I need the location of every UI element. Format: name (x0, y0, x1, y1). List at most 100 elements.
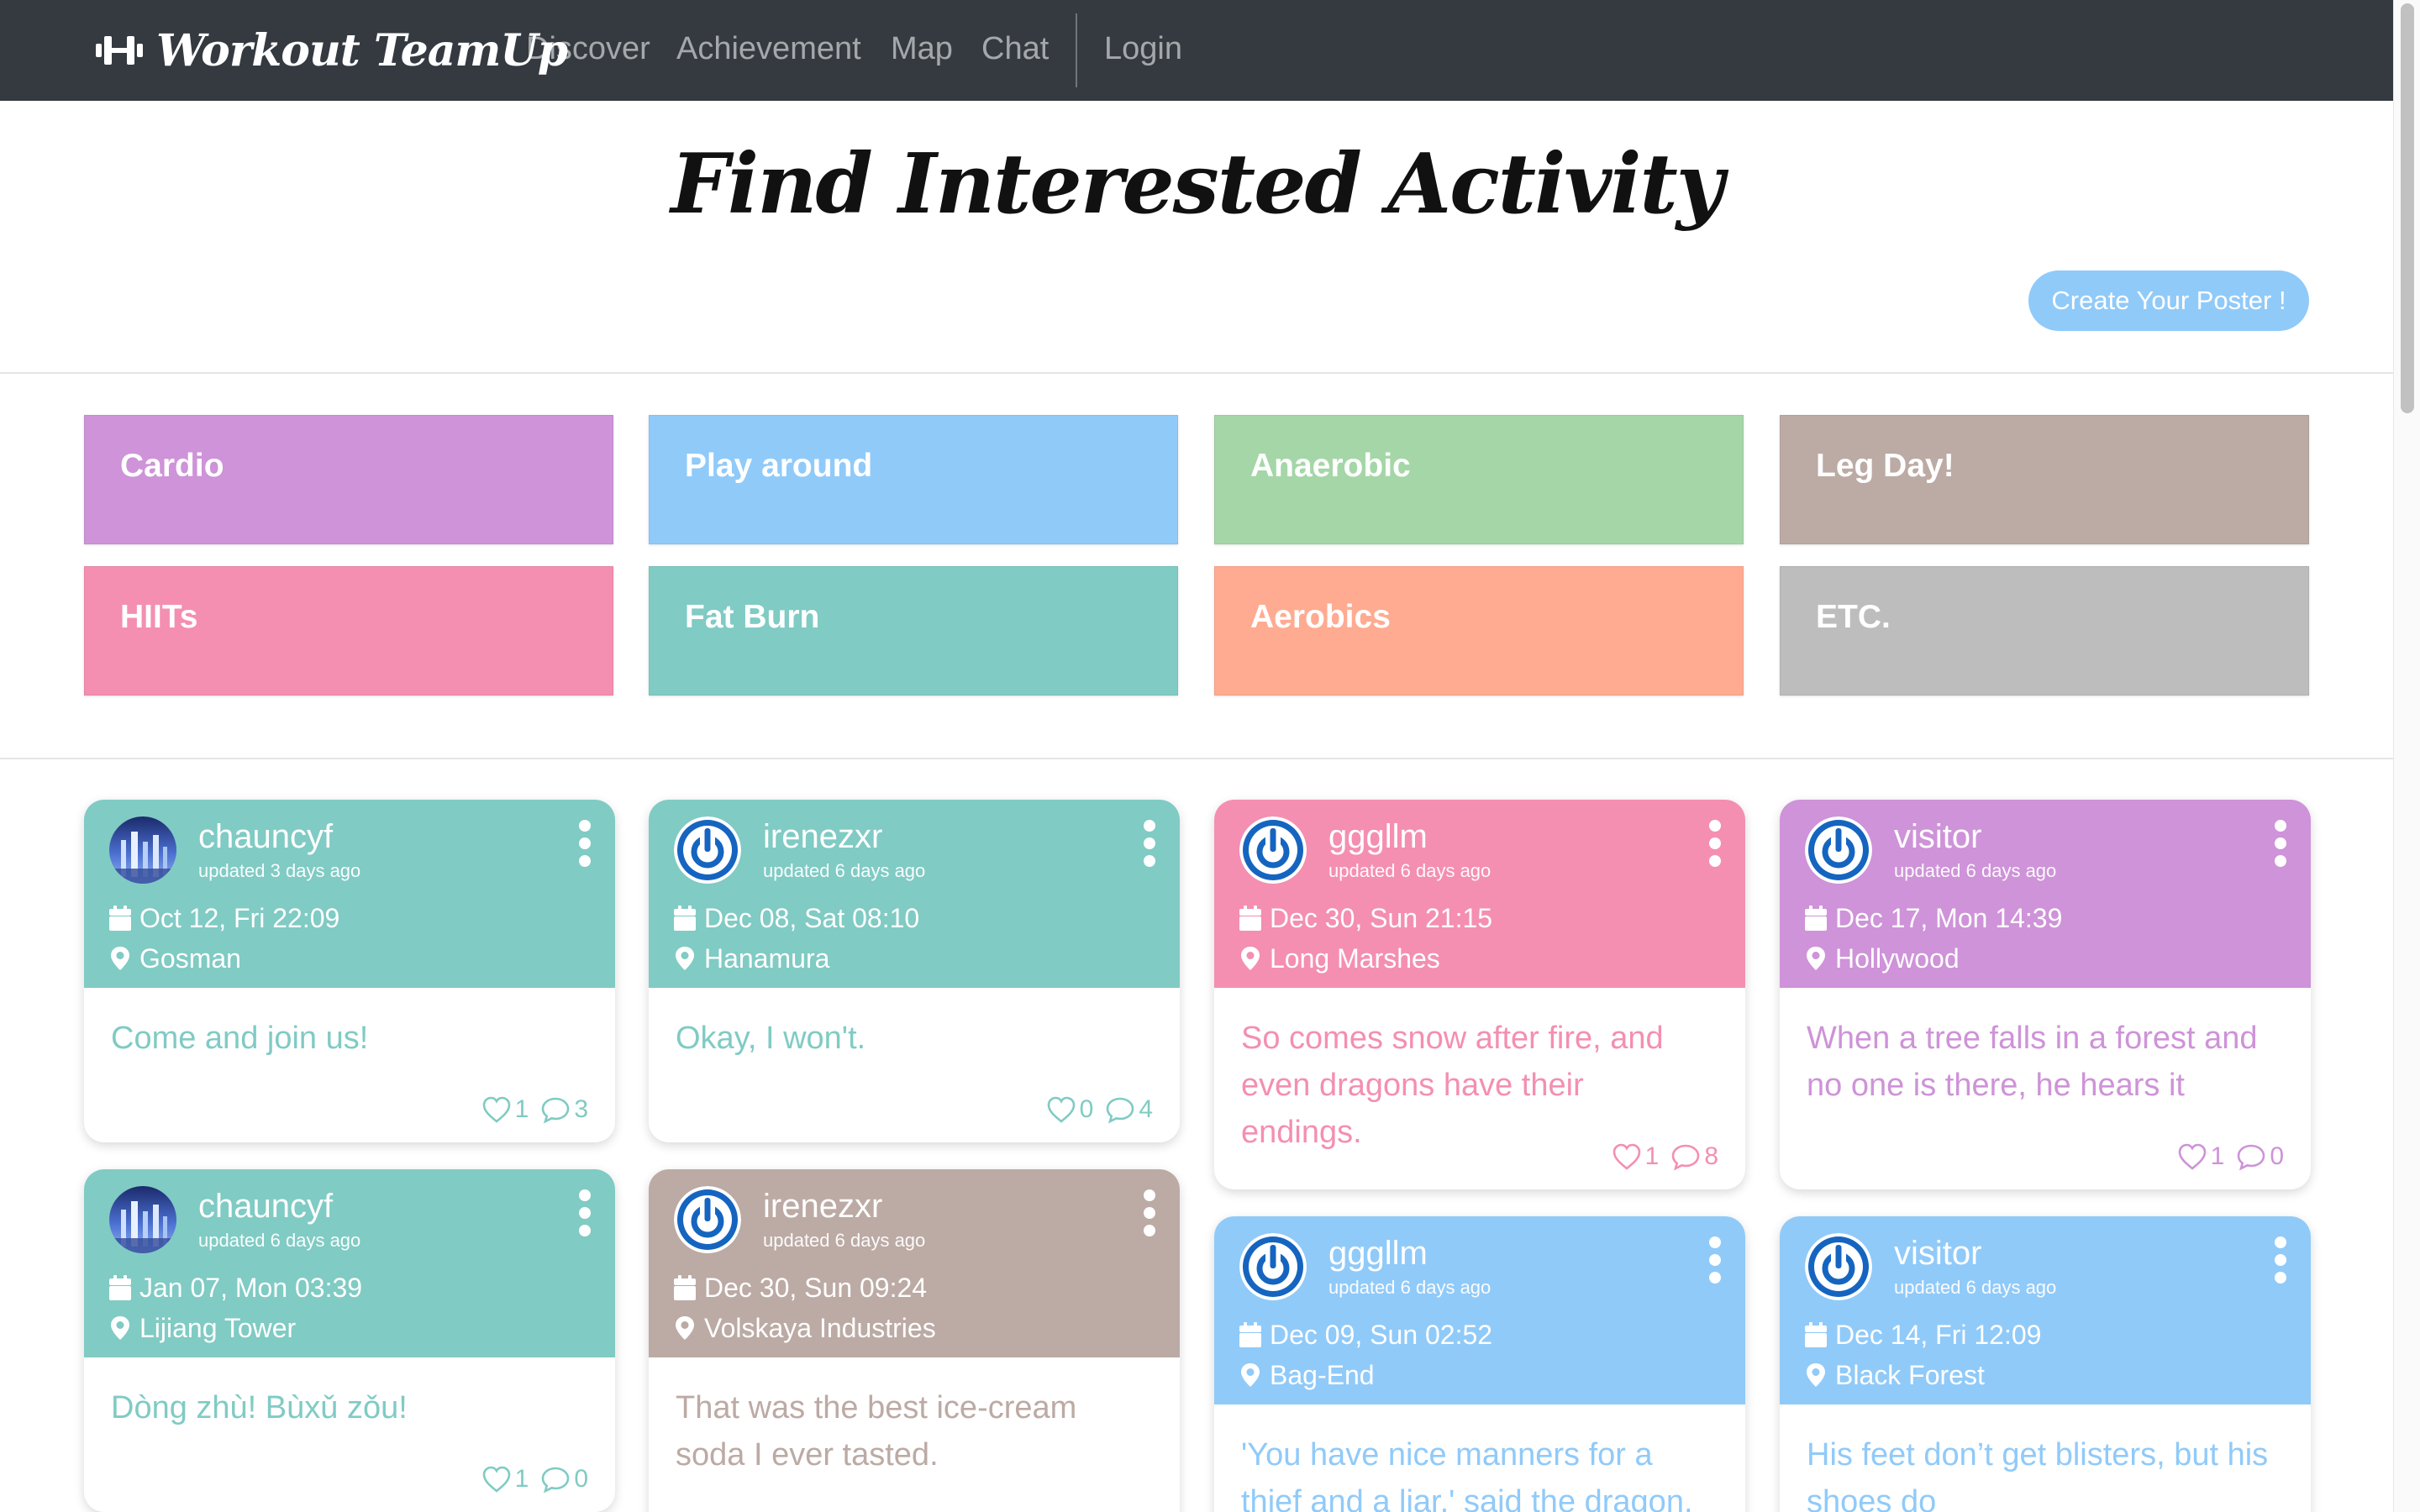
category-leg-day[interactable]: Leg Day! (1780, 415, 2309, 544)
like-count: 1 (1644, 1142, 1660, 1170)
brand-logo[interactable]: Workout TeamUp (94, 17, 568, 84)
create-poster-button[interactable]: Create Your Poster ! (2028, 270, 2309, 331)
poster-card[interactable]: visitor updated 6 days ago Dec 17, Mon 14:… (1780, 800, 2311, 1189)
poster-card[interactable]: irenezxr updated 6 days ago Dec 30, Sun 09… (649, 1169, 1180, 1512)
user-avatar[interactable] (674, 1186, 741, 1253)
poster-stats: 10 (481, 1465, 588, 1494)
poster-header: gggllm updated 6 days ago Dec 30, Sun 21:1… (1214, 800, 1745, 988)
user-avatar[interactable] (1239, 1233, 1307, 1300)
nav-achievement[interactable]: Achievement (676, 29, 861, 69)
user-avatar[interactable] (109, 816, 176, 884)
poster-username[interactable]: irenezxr (763, 1186, 882, 1226)
poster-card[interactable]: irenezxr updated 6 days ago Dec 08, Sat 08… (649, 800, 1180, 1142)
poster-location-row: Hanamura (674, 941, 829, 976)
poster-updated-time: updated 6 days ago (763, 1230, 926, 1251)
more-options-icon[interactable] (2272, 1236, 2289, 1284)
more-options-icon[interactable] (2272, 820, 2289, 867)
poster-updated-time: updated 6 days ago (1894, 1277, 2057, 1298)
more-options-icon[interactable] (576, 820, 593, 867)
nav-discover[interactable]: Discover (526, 29, 650, 69)
poster-location-row: Bag-End (1239, 1357, 1375, 1393)
poster-username[interactable]: gggllm (1328, 816, 1428, 857)
poster-username[interactable]: visitor (1894, 1233, 1981, 1273)
poster-location: Gosman (139, 942, 241, 974)
map-pin-icon (1805, 946, 1835, 971)
heart-icon[interactable] (2177, 1142, 2211, 1171)
comment-icon[interactable] (1670, 1142, 1704, 1171)
like-count: 1 (514, 1465, 529, 1493)
poster-location: Lijiang Tower (139, 1312, 297, 1343)
map-pin-icon (674, 1315, 704, 1341)
poster-message: That was the best ice-cream soda I ever … (676, 1390, 1077, 1473)
comment-count: 8 (1704, 1142, 1718, 1170)
category-fat-burn[interactable]: Fat Burn (649, 566, 1178, 696)
poster-date: Dec 30, Sun 09:24 (704, 1272, 928, 1303)
calendar-icon (1239, 1322, 1270, 1347)
user-avatar[interactable] (109, 1186, 176, 1253)
poster-stats: 10 (2177, 1142, 2284, 1171)
category-aerobics[interactable]: Aerobics (1214, 566, 1744, 696)
poster-date-row: Dec 08, Sat 08:10 (674, 900, 919, 936)
poster-location: Hollywood (1835, 942, 1960, 974)
more-options-icon[interactable] (1141, 820, 1158, 867)
poster-card[interactable]: chauncyf updated 6 days ago Jan 07, Mon 03… (84, 1169, 615, 1512)
poster-card[interactable]: visitor updated 6 days ago Dec 14, Fri 12:… (1780, 1216, 2311, 1512)
poster-message: 'You have nice manners for a thief and a… (1241, 1437, 1693, 1512)
heart-icon[interactable] (481, 1465, 515, 1494)
poster-username[interactable]: irenezxr (763, 816, 882, 857)
poster-header: chauncyf updated 3 days ago Oct 12, Fri 22… (84, 800, 615, 988)
comment-icon[interactable] (540, 1465, 574, 1494)
calendar-icon (109, 1275, 139, 1300)
header-divider (0, 372, 2393, 374)
poster-stats: 13 (481, 1095, 588, 1124)
user-avatar[interactable] (1805, 1233, 1872, 1300)
nav-map[interactable]: Map (891, 29, 953, 69)
comment-icon[interactable] (540, 1095, 574, 1124)
comment-icon[interactable] (1105, 1095, 1139, 1124)
poster-card[interactable]: gggllm updated 6 days ago Dec 30, Sun 21:1… (1214, 800, 1745, 1189)
poster-message: When a tree falls in a forest and no one… (1807, 1021, 2258, 1103)
nav-login[interactable]: Login (1104, 29, 1182, 69)
more-options-icon[interactable] (576, 1189, 593, 1236)
poster-username[interactable]: visitor (1894, 816, 1981, 857)
comment-count: 0 (2270, 1142, 2284, 1170)
poster-username[interactable]: chauncyf (198, 816, 333, 857)
heart-icon[interactable] (1612, 1142, 1645, 1171)
poster-updated-time: updated 6 days ago (763, 860, 926, 881)
poster-location-row: Volskaya Industries (674, 1310, 936, 1346)
poster-header: irenezxr updated 6 days ago Dec 08, Sat 08… (649, 800, 1180, 988)
poster-date: Dec 08, Sat 08:10 (704, 902, 920, 933)
comment-icon[interactable] (2236, 1142, 2270, 1171)
user-avatar[interactable] (674, 816, 741, 884)
more-options-icon[interactable] (1707, 1236, 1723, 1284)
poster-stats: 04 (1046, 1095, 1153, 1124)
category-hiits[interactable]: HIITs (84, 566, 613, 696)
category-etc[interactable]: ETC. (1780, 566, 2309, 696)
page-scrollbar[interactable] (2393, 0, 2420, 1512)
poster-card[interactable]: chauncyf updated 3 days ago Oct 12, Fri 22… (84, 800, 615, 1142)
brand-name: Workout TeamUp (156, 24, 568, 76)
poster-updated-time: updated 6 days ago (1328, 860, 1491, 881)
poster-date: Jan 07, Mon 03:39 (139, 1272, 363, 1303)
user-avatar[interactable] (1239, 816, 1307, 884)
heart-icon[interactable] (1046, 1095, 1080, 1124)
heart-icon[interactable] (481, 1095, 515, 1124)
poster-username[interactable]: chauncyf (198, 1186, 333, 1226)
poster-header: visitor updated 6 days ago Dec 14, Fri 12:… (1780, 1216, 2311, 1404)
more-options-icon[interactable] (1707, 820, 1723, 867)
calendar-icon (1805, 1322, 1835, 1347)
poster-date-row: Oct 12, Fri 22:09 (109, 900, 339, 936)
poster-stats: 18 (1612, 1142, 1718, 1171)
category-anaerobic[interactable]: Anaerobic (1214, 415, 1744, 544)
user-avatar[interactable] (1805, 816, 1872, 884)
poster-username[interactable]: gggllm (1328, 1233, 1428, 1273)
poster-date-row: Dec 09, Sun 02:52 (1239, 1317, 1492, 1352)
map-pin-icon (1805, 1362, 1835, 1388)
scrollbar-thumb[interactable] (2401, 3, 2414, 413)
nav-chat[interactable]: Chat (981, 29, 1049, 69)
category-cardio[interactable]: Cardio (84, 415, 613, 544)
poster-card[interactable]: gggllm updated 6 days ago Dec 09, Sun 02:5… (1214, 1216, 1745, 1512)
more-options-icon[interactable] (1141, 1189, 1158, 1236)
category-play-around[interactable]: Play around (649, 415, 1178, 544)
poster-date: Dec 17, Mon 14:39 (1835, 902, 2063, 933)
